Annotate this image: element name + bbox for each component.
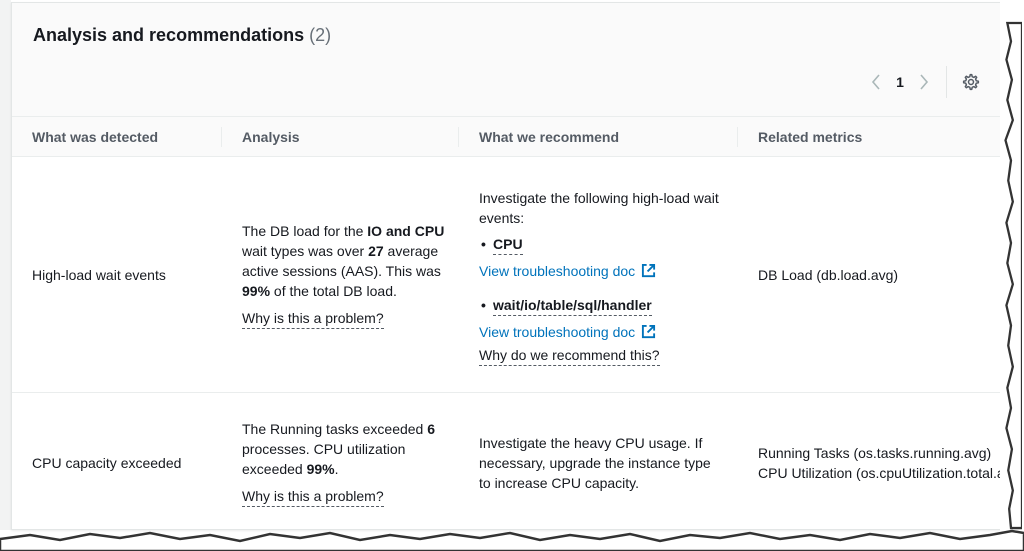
chevron-left-icon [871, 74, 880, 90]
gear-icon [962, 73, 980, 91]
detected-cell: High-load wait events [12, 156, 222, 393]
column-header-label: What we recommend [479, 128, 620, 145]
wait-event-list: CPU [479, 234, 738, 255]
link-text: View troubleshooting doc [479, 323, 636, 340]
column-header-metrics[interactable]: Related metrics [738, 116, 1001, 157]
panel-count: (2) [309, 25, 332, 45]
column-header-label: Related metrics [758, 128, 863, 145]
analysis-text: The Running tasks exceeded 6 processes. … [242, 421, 436, 477]
detected-cell: CPU capacity exceeded [12, 392, 222, 529]
metric-item[interactable]: Running Tasks (os.tasks.running.avg) [758, 443, 1001, 463]
column-header-label: What was detected [32, 128, 159, 145]
recommendation-cell: Investigate the following high-load wait… [459, 156, 738, 393]
chevron-right-icon [920, 74, 929, 90]
wait-event-name[interactable]: wait/io/table/sql/handler [493, 296, 652, 316]
table-row: High-load wait events The DB load for th… [12, 156, 1001, 393]
pagination-divider [946, 66, 947, 98]
external-link-icon [642, 263, 656, 278]
troubleshooting-doc-link[interactable]: View troubleshooting doc [479, 261, 656, 281]
why-problem-link[interactable]: Why is this a problem? [242, 487, 384, 507]
pagination: 1 [864, 66, 983, 98]
analysis-cell: The Running tasks exceeded 6 processes. … [222, 392, 459, 529]
recommendation-text: Investigate the heavy CPU usage. If nece… [479, 435, 711, 491]
metrics-cell: Running Tasks (os.tasks.running.avg) CPU… [738, 392, 1001, 529]
why-recommend-link[interactable]: Why do we recommend this? [479, 346, 660, 366]
why-problem-link[interactable]: Why is this a problem? [242, 309, 384, 329]
wait-event-list: wait/io/table/sql/handler [479, 295, 738, 316]
troubleshooting-doc-link[interactable]: View troubleshooting doc [479, 322, 656, 342]
page-gutter [0, 0, 11, 530]
wait-event-name[interactable]: CPU [493, 235, 523, 255]
wait-event-item: wait/io/table/sql/handler [479, 295, 738, 316]
recommendation-intro: Investigate the following high-load wait… [479, 189, 719, 226]
previous-page-button[interactable] [864, 70, 888, 94]
external-link-icon [642, 324, 656, 339]
table-row: CPU capacity exceeded The Running tasks … [12, 392, 1001, 529]
recommendation-cell: Investigate the heavy CPU usage. If nece… [459, 392, 738, 529]
panel-title: Analysis and recommendations (2) [33, 25, 331, 46]
torn-edge-bottom [0, 529, 1024, 551]
metric-item[interactable]: DB Load (db.load.avg) [758, 265, 1001, 285]
table-header-row: What was detected Analysis What we recom… [12, 116, 1001, 157]
analysis-panel: Analysis and recommendations (2) 1 What [11, 2, 1002, 530]
recommendations-table: What was detected Analysis What we recom… [12, 116, 1001, 529]
panel-title-text: Analysis and recommendations [33, 25, 305, 45]
metrics-cell: DB Load (db.load.avg) [738, 156, 1001, 393]
current-page-button[interactable]: 1 [888, 74, 912, 90]
column-header-recommend[interactable]: What we recommend [459, 116, 738, 157]
column-header-detected[interactable]: What was detected [12, 116, 222, 157]
next-page-button[interactable] [912, 70, 936, 94]
link-text: View troubleshooting doc [479, 262, 636, 279]
analysis-text: The DB load for the IO and CPU wait type… [242, 222, 445, 299]
column-header-analysis[interactable]: Analysis [222, 116, 459, 157]
preferences-button[interactable] [959, 70, 983, 94]
wait-event-item: CPU [479, 234, 738, 255]
torn-edge-right [1000, 0, 1022, 551]
metric-item[interactable]: CPU Utilization (os.cpuUtilization.total… [758, 463, 1001, 483]
column-header-label: Analysis [242, 128, 300, 145]
analysis-cell: The DB load for the IO and CPU wait type… [222, 156, 459, 393]
